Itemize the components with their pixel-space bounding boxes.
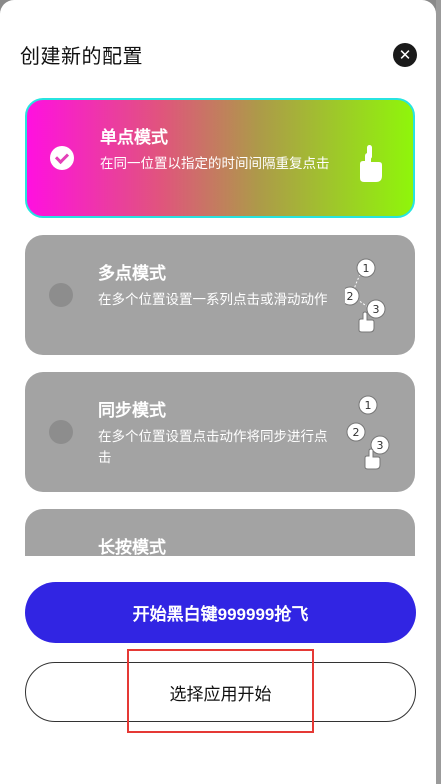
long-press-icon <box>345 529 405 556</box>
mode-title: 多点模式 <box>98 264 166 284</box>
step-label: 3 <box>373 303 380 316</box>
selected-radio[interactable] <box>50 146 74 170</box>
check-icon <box>54 149 70 164</box>
mode-card-multi[interactable]: 多点模式 在多个位置设置一系列点击或滑动动作 1 2 3 <box>25 235 415 355</box>
create-config-dialog: 创建新的配置 ✕ 单点模式 在同一位置以指定的时间间隔重复点击 多点模式 在多个… <box>0 0 436 784</box>
step-label: 2 <box>347 290 354 303</box>
highlight-annotation-box <box>127 649 314 733</box>
step-label: 1 <box>365 399 372 412</box>
single-tap-hand-icon <box>360 145 382 182</box>
mode-description: 在同一位置以指定的时间间隔重复点击 <box>100 156 330 172</box>
radio-button[interactable] <box>49 420 73 444</box>
close-icon[interactable]: ✕ <box>393 43 417 67</box>
dialog-title: 创建新的配置 <box>20 44 143 68</box>
start-button[interactable]: 开始黑白键999999抢飞 <box>25 582 416 643</box>
mode-description: 在多个位置设置点击动作将同步进行点击 <box>98 429 328 466</box>
mode-description: 在多个位置设置一系列点击或滑动动作 <box>98 292 328 308</box>
radio-button[interactable] <box>49 283 73 307</box>
step-label: 1 <box>363 262 370 275</box>
step-label: 2 <box>353 426 360 439</box>
mode-list[interactable]: 单点模式 在同一位置以指定的时间间隔重复点击 多点模式 在多个位置设置一系列点击… <box>0 90 436 556</box>
mode-card-sync[interactable]: 同步模式 在多个位置设置点击动作将同步进行点击 1 2 3 <box>25 372 415 492</box>
step-label: 3 <box>377 439 384 452</box>
mode-title: 同步模式 <box>98 401 166 421</box>
background-scrim <box>436 0 441 784</box>
sync-tap-hand-icon: 1 2 3 <box>346 395 390 470</box>
mode-title: 长按模式 <box>98 538 166 556</box>
multi-tap-hand-icon: 1 2 3 <box>345 258 386 333</box>
mode-card-single[interactable]: 单点模式 在同一位置以指定的时间间隔重复点击 <box>25 98 415 218</box>
mode-card-long-press[interactable]: 长按模式 <box>25 509 415 556</box>
mode-title: 单点模式 <box>100 128 168 148</box>
